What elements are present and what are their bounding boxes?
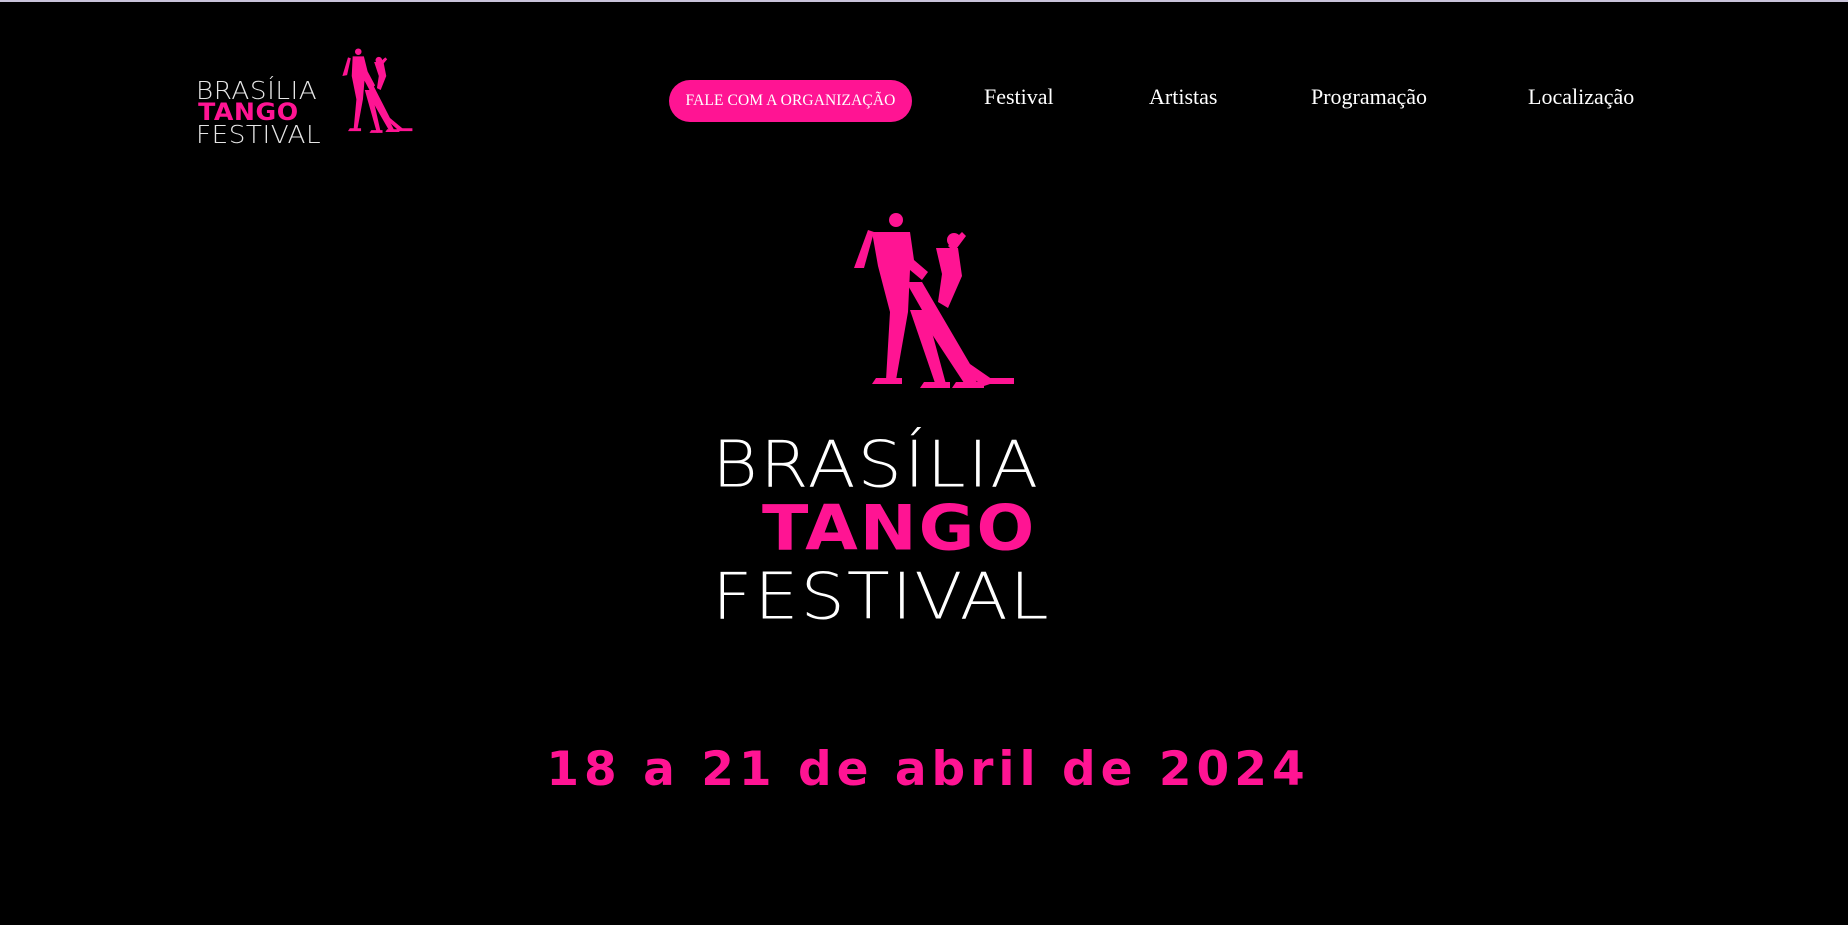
hero-wordmark-festival: FESTIVAL: [712, 558, 1051, 634]
hero-wordmark: BRASÍLIA TANGO FESTIVAL: [712, 432, 1132, 630]
contact-organization-button[interactable]: FALE COM A ORGANIZAÇÃO: [669, 80, 912, 122]
festival-date: 18 a 21 de abril de 2024: [546, 742, 1310, 797]
page: BRASÍLIA TANGO FESTIVAL FALE COM A ORGAN…: [0, 0, 1848, 925]
nav-item-programacao[interactable]: Programação: [1311, 82, 1427, 112]
hero-dancers-icon: [854, 213, 1014, 388]
nav-item-localizacao[interactable]: Localização: [1528, 82, 1634, 112]
main-nav: FALE COM A ORGANIZAÇÃO Festival Artistas…: [0, 76, 1848, 124]
header-logo-line-festival: FESTIVAL: [196, 120, 322, 149]
nav-item-festival[interactable]: Festival: [984, 82, 1054, 112]
hero-wordmark-tango: TANGO: [762, 492, 1037, 566]
hero-wordmark-brasilia: BRASÍLIA: [712, 426, 1041, 502]
nav-item-artistas[interactable]: Artistas: [1149, 82, 1217, 112]
